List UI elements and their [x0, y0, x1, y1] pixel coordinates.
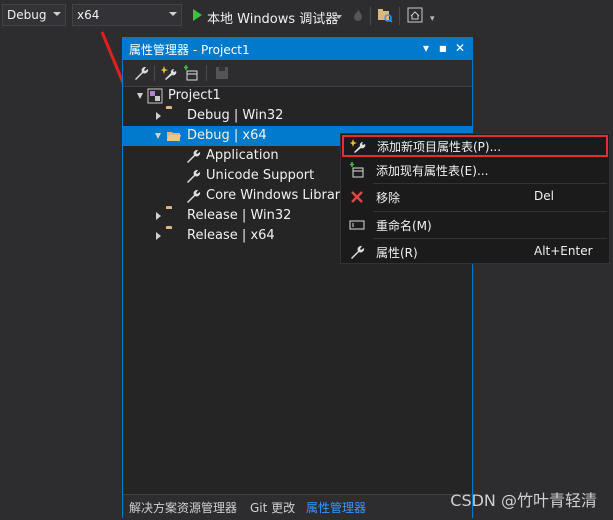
tree-item-label: Debug | Win32 [187, 108, 284, 123]
toolbar-separator [370, 7, 371, 25]
menu-item-rename[interactable]: 重命名(M) [341, 214, 609, 236]
menu-item-label: 重命名(M) [376, 219, 432, 233]
tab-solution-explorer[interactable]: 解决方案资源管理器 [129, 499, 237, 516]
chevron-down-icon[interactable] [336, 15, 342, 19]
add-existing-sheet-icon [350, 162, 364, 178]
panel-tab-strip: 解决方案资源管理器 Git 更改 属性管理器 [123, 494, 472, 518]
menu-item-shortcut: Alt+Enter [534, 244, 593, 258]
folder-icon [166, 208, 182, 224]
menu-item-add-new-property-sheet[interactable]: 添加新项目属性表(P)... [342, 135, 608, 157]
tree-item-label: Debug | x64 [187, 128, 267, 143]
property-manager-panel: 属性管理器 - Project1 ▾ ■ ✕ Project1 Debug | … [122, 37, 473, 518]
home-icon[interactable] [407, 7, 423, 23]
panel-title-bar[interactable]: 属性管理器 - Project1 ▾ ■ ✕ [123, 38, 472, 60]
panel-dropdown-icon[interactable]: ▾ [423, 41, 429, 55]
tab-git-changes[interactable]: Git 更改 [250, 499, 295, 516]
add-existing-sheet-icon[interactable] [183, 65, 199, 81]
folder-open-icon [167, 132, 181, 141]
start-debugger-button[interactable]: 本地 Windows 调试器 [190, 6, 350, 27]
tree-item-debug-win32[interactable]: Debug | Win32 [123, 106, 472, 126]
folder-icon [166, 108, 182, 124]
expander-closed-icon[interactable] [156, 212, 161, 220]
chevron-down-icon [53, 12, 61, 16]
add-new-sheet-icon [350, 139, 366, 153]
panel-close-icon[interactable]: ✕ [455, 41, 465, 55]
tree-item-label: Release | x64 [187, 228, 275, 243]
folder-search-icon[interactable] [377, 7, 393, 23]
menu-separator [373, 238, 607, 239]
toolbar-overflow-icon[interactable]: ▾ [430, 14, 435, 24]
menu-separator [373, 211, 607, 212]
expander-closed-icon[interactable] [156, 232, 161, 240]
menu-item-label: 添加新项目属性表(P)... [377, 140, 502, 154]
platform-combo[interactable]: x64 [72, 4, 182, 26]
remove-x-icon [351, 191, 363, 203]
menu-separator [373, 183, 607, 184]
platform-combo-value: x64 [77, 8, 100, 22]
menu-item-remove[interactable]: 移除 Del [341, 186, 609, 208]
toolbar-separator [206, 65, 207, 81]
tree-item-label: Unicode Support [206, 168, 315, 183]
wrench-icon [187, 169, 201, 183]
config-combo-value: Debug [7, 8, 47, 22]
wrench-icon [187, 149, 201, 163]
save-icon[interactable] [214, 65, 230, 81]
panel-pin-icon[interactable]: ■ [439, 44, 447, 53]
flame-icon[interactable] [350, 7, 366, 23]
tree-item-label: Core Windows Libraries [206, 188, 359, 203]
config-combo[interactable]: Debug [2, 4, 66, 26]
expander-closed-icon[interactable] [156, 112, 161, 120]
wrench-icon [351, 245, 365, 259]
toolbar-separator [154, 65, 155, 81]
expander-open-icon[interactable] [155, 133, 161, 139]
wrench-icon[interactable] [133, 65, 149, 81]
tree-item-label: Project1 [168, 88, 221, 103]
menu-item-label: 移除 [376, 191, 401, 205]
folder-icon [166, 228, 182, 244]
menu-item-add-existing-property-sheet[interactable]: 添加现有属性表(E)... [341, 159, 609, 181]
tab-property-manager[interactable]: 属性管理器 [306, 499, 366, 516]
project-icon [147, 88, 163, 104]
tree-item-label: Application [206, 148, 279, 163]
panel-toolbar [123, 60, 472, 87]
menu-item-properties[interactable]: 属性(R) Alt+Enter [341, 241, 609, 263]
tree-item-label: Release | Win32 [187, 208, 292, 223]
watermark-text: CSDN @竹叶青轻清 [450, 491, 597, 510]
menu-item-label: 添加现有属性表(E)... [376, 164, 489, 178]
expander-open-icon[interactable] [137, 93, 143, 99]
rename-icon [349, 220, 365, 230]
wrench-icon [187, 189, 201, 203]
start-debugger-label: 本地 Windows 调试器 [207, 12, 339, 27]
menu-item-shortcut: Del [534, 189, 554, 203]
toolbar-separator [399, 7, 400, 25]
panel-title: 属性管理器 - Project1 [129, 43, 250, 57]
tree-item-project1[interactable]: Project1 [123, 86, 472, 106]
play-icon [193, 9, 202, 21]
menu-item-label: 属性(R) [376, 246, 418, 260]
chevron-down-icon [169, 12, 177, 16]
add-new-sheet-icon[interactable] [161, 65, 177, 81]
main-toolbar: Debug x64 本地 Windows 调试器 ▾ [0, 0, 613, 32]
context-menu: 添加新项目属性表(P)... 添加现有属性表(E)... 移除 Del 重命名(… [340, 133, 610, 264]
